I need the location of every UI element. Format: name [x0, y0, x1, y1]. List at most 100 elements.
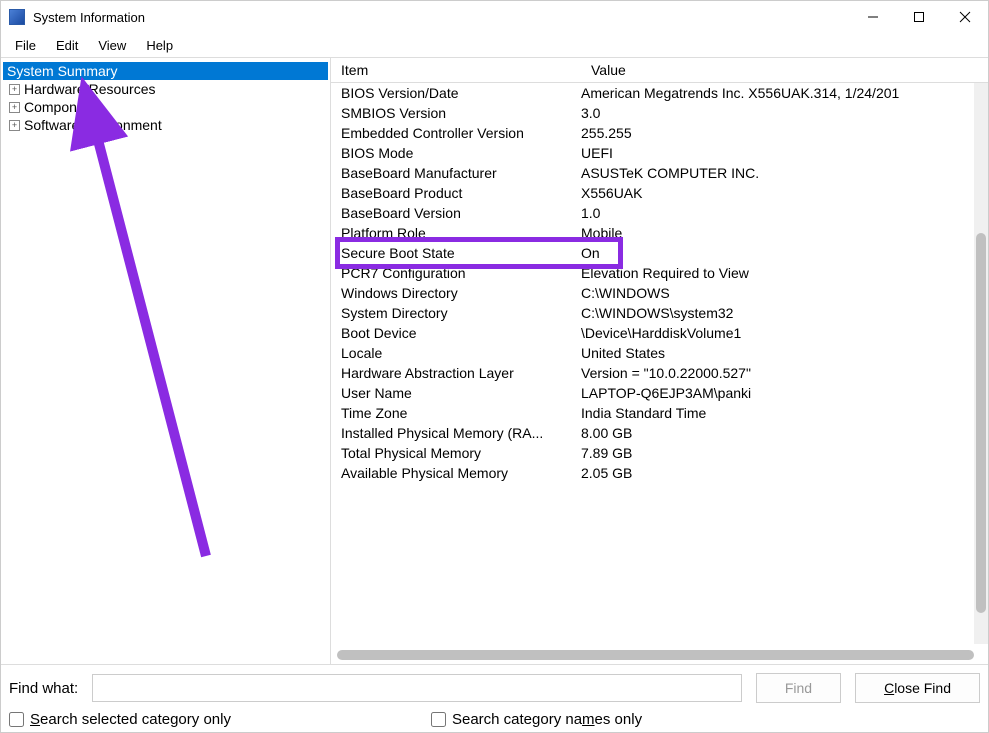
table-row[interactable]: BaseBoard ManufacturerASUSTeK COMPUTER I…	[331, 163, 988, 183]
table-row[interactable]: BIOS ModeUEFI	[331, 143, 988, 163]
row-item: BIOS Mode	[331, 145, 581, 161]
vertical-scrollbar[interactable]	[974, 83, 988, 644]
row-value: 2.05 GB	[581, 465, 988, 481]
row-value: On	[581, 245, 988, 261]
row-item: Available Physical Memory	[331, 465, 581, 481]
table-row[interactable]: System DirectoryC:\WINDOWS\system32	[331, 303, 988, 323]
annotation-arrow	[6, 58, 306, 566]
close-icon	[959, 11, 971, 23]
find-button[interactable]: Find	[756, 673, 841, 703]
table-row[interactable]: PCR7 ConfigurationElevation Required to …	[331, 263, 988, 283]
minimize-button[interactable]	[850, 1, 896, 33]
search-selected-checkbox[interactable]: Search selected category only	[9, 711, 231, 728]
row-value: 8.00 GB	[581, 425, 988, 441]
row-item: Boot Device	[331, 325, 581, 341]
row-value: X556UAK	[581, 185, 988, 201]
find-input[interactable]	[92, 674, 742, 702]
row-value: Version = "10.0.22000.527"	[581, 365, 988, 381]
row-value: \Device\HarddiskVolume1	[581, 325, 988, 341]
row-item: Platform Role	[331, 225, 581, 241]
search-selected-input[interactable]	[9, 712, 24, 727]
titlebar: System Information	[1, 1, 988, 33]
row-item: BaseBoard Product	[331, 185, 581, 201]
details-body[interactable]: BIOS Version/DateAmerican Megatrends Inc…	[331, 83, 988, 664]
table-row[interactable]: SMBIOS Version3.0	[331, 103, 988, 123]
row-item: Installed Physical Memory (RA...	[331, 425, 581, 441]
tree-system-summary[interactable]: System Summary	[3, 62, 328, 80]
table-row[interactable]: BaseBoard ProductX556UAK	[331, 183, 988, 203]
row-value: American Megatrends Inc. X556UAK.314, 1/…	[581, 85, 988, 101]
row-item: SMBIOS Version	[331, 105, 581, 121]
menu-file[interactable]: File	[5, 36, 46, 55]
maximize-button[interactable]	[896, 1, 942, 33]
table-row[interactable]: Platform RoleMobile	[331, 223, 988, 243]
details-panel: Item Value BIOS Version/DateAmerican Meg…	[331, 58, 988, 664]
column-value[interactable]: Value	[581, 58, 988, 82]
table-row[interactable]: Hardware Abstraction LayerVersion = "10.…	[331, 363, 988, 383]
tree-hardware-resources[interactable]: + Hardware Resources	[3, 80, 328, 98]
tree-label: Components	[24, 99, 103, 115]
expand-icon[interactable]: +	[9, 84, 20, 95]
row-value: 1.0	[581, 205, 988, 221]
tree-panel[interactable]: System Summary + Hardware Resources + Co…	[1, 58, 331, 664]
row-item: Hardware Abstraction Layer	[331, 365, 581, 381]
row-value: United States	[581, 345, 988, 361]
close-button[interactable]	[942, 1, 988, 33]
table-row[interactable]: LocaleUnited States	[331, 343, 988, 363]
row-value: LAPTOP-Q6EJP3AM\panki	[581, 385, 988, 401]
search-names-checkbox[interactable]: Search category names only	[431, 711, 642, 728]
table-row[interactable]: User NameLAPTOP-Q6EJP3AM\panki	[331, 383, 988, 403]
row-item: Locale	[331, 345, 581, 361]
table-row[interactable]: BIOS Version/DateAmerican Megatrends Inc…	[331, 83, 988, 103]
row-item: Embedded Controller Version	[331, 125, 581, 141]
vertical-scroll-thumb[interactable]	[976, 233, 986, 613]
table-row[interactable]: Installed Physical Memory (RA...8.00 GB	[331, 423, 988, 443]
minimize-icon	[867, 11, 879, 23]
row-value: 3.0	[581, 105, 988, 121]
system-information-window: System Information File Edit View Help S…	[0, 0, 989, 733]
search-names-input[interactable]	[431, 712, 446, 727]
window-title: System Information	[33, 10, 850, 25]
window-controls	[850, 1, 988, 33]
row-value: Elevation Required to View	[581, 265, 988, 281]
table-row[interactable]: Available Physical Memory2.05 GB	[331, 463, 988, 483]
table-row[interactable]: Secure Boot StateOn	[331, 243, 988, 263]
maximize-icon	[913, 11, 925, 23]
content-area: System Summary + Hardware Resources + Co…	[1, 57, 988, 664]
menu-help[interactable]: Help	[136, 36, 183, 55]
tree-components[interactable]: + Components	[3, 98, 328, 116]
row-value: C:\WINDOWS\system32	[581, 305, 988, 321]
table-row[interactable]: Windows DirectoryC:\WINDOWS	[331, 283, 988, 303]
tree-software-environment[interactable]: + Software Environment	[3, 116, 328, 134]
row-item: BaseBoard Version	[331, 205, 581, 221]
close-find-button[interactable]: Close Find	[855, 673, 980, 703]
row-item: BIOS Version/Date	[331, 85, 581, 101]
menu-edit[interactable]: Edit	[46, 36, 88, 55]
table-row[interactable]: Time ZoneIndia Standard Time	[331, 403, 988, 423]
row-value: 7.89 GB	[581, 445, 988, 461]
row-value: Mobile	[581, 225, 988, 241]
details-header: Item Value	[331, 58, 988, 83]
horizontal-scroll-thumb[interactable]	[337, 650, 974, 660]
row-item: BaseBoard Manufacturer	[331, 165, 581, 181]
expand-icon[interactable]: +	[9, 102, 20, 113]
column-item[interactable]: Item	[331, 58, 581, 82]
search-names-label: Search category names only	[452, 711, 642, 728]
table-row[interactable]: Boot Device\Device\HarddiskVolume1	[331, 323, 988, 343]
tree-label: Hardware Resources	[24, 81, 156, 97]
row-item: System Directory	[331, 305, 581, 321]
row-item: Windows Directory	[331, 285, 581, 301]
tree-label: Software Environment	[24, 117, 162, 133]
table-row[interactable]: BaseBoard Version1.0	[331, 203, 988, 223]
table-row[interactable]: Embedded Controller Version255.255	[331, 123, 988, 143]
menubar: File Edit View Help	[1, 33, 988, 57]
row-item: Total Physical Memory	[331, 445, 581, 461]
find-label: Find what:	[9, 680, 78, 697]
row-item: Secure Boot State	[331, 245, 581, 261]
row-item: PCR7 Configuration	[331, 265, 581, 281]
expand-icon[interactable]: +	[9, 120, 20, 131]
row-value: C:\WINDOWS	[581, 285, 988, 301]
menu-view[interactable]: View	[88, 36, 136, 55]
row-value: UEFI	[581, 145, 988, 161]
table-row[interactable]: Total Physical Memory7.89 GB	[331, 443, 988, 463]
